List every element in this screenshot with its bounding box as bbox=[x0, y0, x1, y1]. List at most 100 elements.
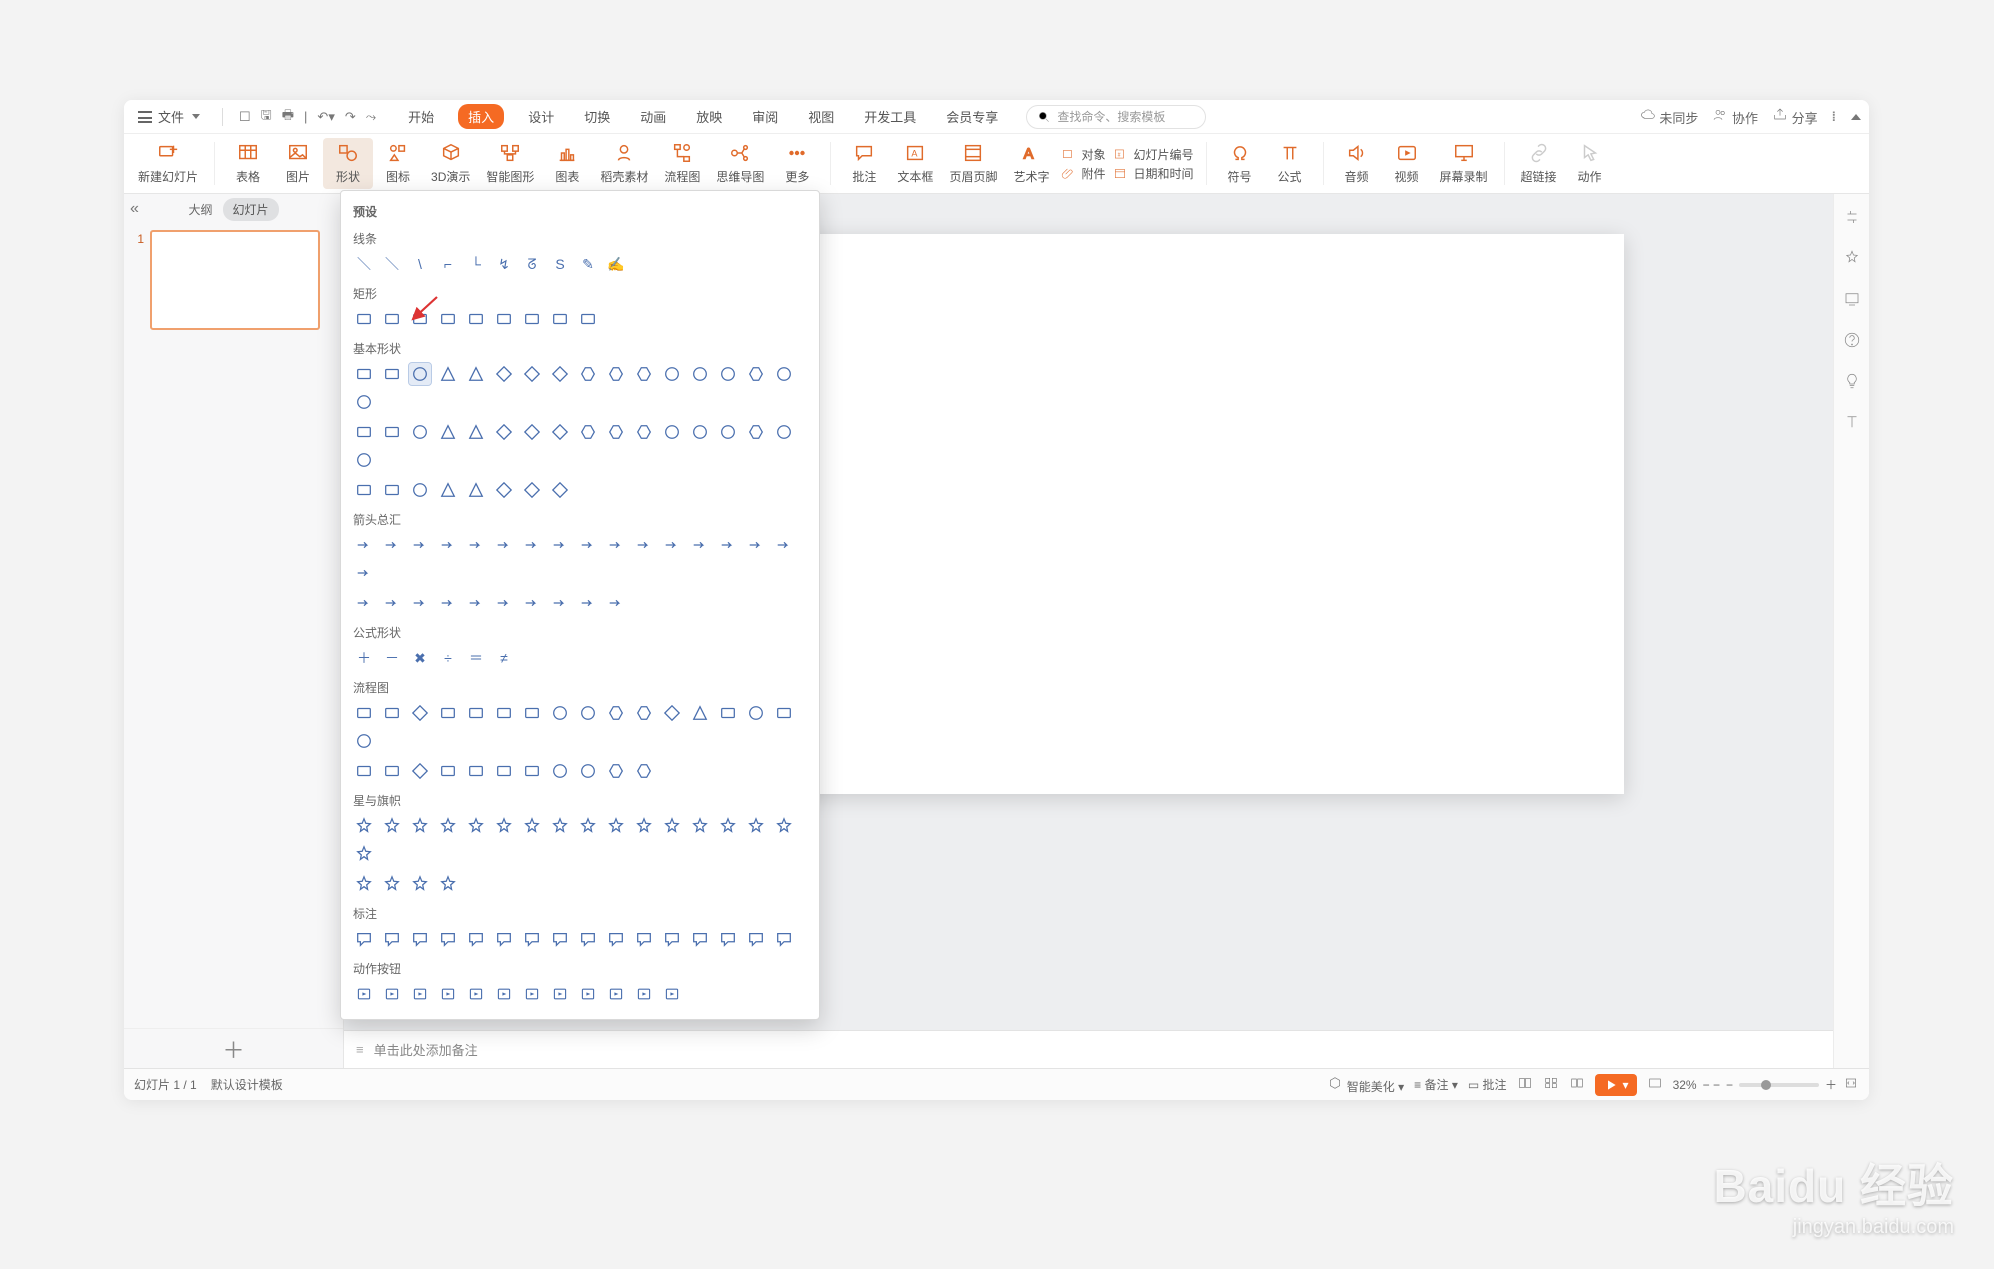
shape-star-10[interactable] bbox=[633, 815, 655, 837]
help-icon[interactable] bbox=[1843, 331, 1861, 354]
zoom-in[interactable]: ＋ bbox=[1825, 1076, 1837, 1093]
shape-rect-3[interactable] bbox=[437, 308, 459, 330]
share-button[interactable]: 分享 bbox=[1772, 107, 1818, 127]
shape-basic-34[interactable] bbox=[353, 479, 375, 501]
shape-eq-4[interactable]: ＝ bbox=[465, 647, 487, 669]
shape-flow-5[interactable] bbox=[493, 702, 515, 724]
shape-basic-28[interactable] bbox=[661, 421, 683, 443]
shape-line-7[interactable]: S bbox=[549, 253, 571, 275]
shape-flow-21[interactable] bbox=[465, 760, 487, 782]
shape-rect-4[interactable] bbox=[465, 308, 487, 330]
shape-arrow-13[interactable] bbox=[717, 534, 739, 556]
shape-callout-11[interactable] bbox=[661, 928, 683, 950]
flowchart-button[interactable]: 流程图 bbox=[656, 138, 708, 189]
shape-callout-2[interactable] bbox=[409, 928, 431, 950]
shape-line-8[interactable]: ✎ bbox=[577, 253, 599, 275]
print-icon[interactable]: 🖶 bbox=[282, 106, 294, 128]
shape-arrow-15[interactable] bbox=[773, 534, 795, 556]
slidenum-button[interactable]: #幻灯片编号 bbox=[1113, 146, 1193, 163]
shape-callout-5[interactable] bbox=[493, 928, 515, 950]
shape-flow-20[interactable] bbox=[437, 760, 459, 782]
tab-设计[interactable]: 设计 bbox=[522, 103, 560, 130]
shape-arrow-25[interactable] bbox=[577, 592, 599, 614]
shape-flow-2[interactable] bbox=[409, 702, 431, 724]
zoom-controls[interactable]: 32% − − − ＋ bbox=[1673, 1075, 1859, 1094]
shape-arrow-26[interactable] bbox=[605, 592, 627, 614]
tab-开发工具[interactable]: 开发工具 bbox=[858, 103, 922, 130]
shape-action-4[interactable] bbox=[465, 983, 487, 1005]
smartart-button[interactable]: 智能图形 bbox=[478, 138, 542, 189]
shape-basic-3[interactable] bbox=[437, 363, 459, 385]
shape-action-10[interactable] bbox=[633, 983, 655, 1005]
shape-basic-21[interactable] bbox=[465, 421, 487, 443]
shape-basic-36[interactable] bbox=[409, 479, 431, 501]
shape-basic-7[interactable] bbox=[549, 363, 571, 385]
view-reading[interactable] bbox=[1569, 1075, 1585, 1094]
shape-flow-18[interactable] bbox=[381, 760, 403, 782]
shape-line-5[interactable]: ↯ bbox=[493, 253, 515, 275]
shape-flow-10[interactable] bbox=[633, 702, 655, 724]
shape-flow-11[interactable] bbox=[661, 702, 683, 724]
search-box[interactable]: 查找命令、搜索模板 bbox=[1026, 105, 1206, 129]
shape-arrow-14[interactable] bbox=[745, 534, 767, 556]
docer-button[interactable]: 稻壳素材 bbox=[592, 138, 656, 189]
view-slideshow-browser[interactable] bbox=[1647, 1075, 1663, 1094]
shape-basic-35[interactable] bbox=[381, 479, 403, 501]
shape-line-4[interactable]: └ bbox=[465, 253, 487, 275]
status-comments[interactable]: ▭ 批注 bbox=[1468, 1076, 1507, 1093]
shape-rect-0[interactable] bbox=[353, 308, 375, 330]
shape-star-9[interactable] bbox=[605, 815, 627, 837]
shape-arrow-1[interactable] bbox=[381, 534, 403, 556]
tab-动画[interactable]: 动画 bbox=[634, 103, 672, 130]
shape-basic-38[interactable] bbox=[465, 479, 487, 501]
shape-star-5[interactable] bbox=[493, 815, 515, 837]
shape-arrow-2[interactable] bbox=[409, 534, 431, 556]
file-menu[interactable]: 文件 bbox=[132, 107, 206, 126]
shape-rect-6[interactable] bbox=[521, 308, 543, 330]
shape-action-5[interactable] bbox=[493, 983, 515, 1005]
mindmap-button[interactable]: 思维导图 bbox=[708, 138, 772, 189]
view-sorter[interactable] bbox=[1543, 1075, 1559, 1094]
shape-flow-25[interactable] bbox=[577, 760, 599, 782]
shape-basic-4[interactable] bbox=[465, 363, 487, 385]
shape-eq-1[interactable]: － bbox=[381, 647, 403, 669]
shape-flow-26[interactable] bbox=[605, 760, 627, 782]
shape-rect-5[interactable] bbox=[493, 308, 515, 330]
shape-flow-4[interactable] bbox=[465, 702, 487, 724]
shape-star-19[interactable] bbox=[409, 873, 431, 895]
shape-star-2[interactable] bbox=[409, 815, 431, 837]
shape-callout-9[interactable] bbox=[605, 928, 627, 950]
object-button[interactable]: 对象 bbox=[1061, 146, 1105, 163]
tab-视图[interactable]: 视图 bbox=[802, 103, 840, 130]
shape-arrow-17[interactable] bbox=[353, 592, 375, 614]
shape-basic-12[interactable] bbox=[689, 363, 711, 385]
shape-basic-33[interactable] bbox=[353, 449, 375, 471]
shape-action-2[interactable] bbox=[409, 983, 431, 1005]
shape-rect-8[interactable] bbox=[577, 308, 599, 330]
shape-arrow-0[interactable] bbox=[353, 534, 375, 556]
shape-arrow-9[interactable] bbox=[605, 534, 627, 556]
new-slide-button[interactable]: 新建幻灯片 bbox=[130, 138, 206, 189]
shape-basic-24[interactable] bbox=[549, 421, 571, 443]
shape-basic-20[interactable] bbox=[437, 421, 459, 443]
shape-arrow-19[interactable] bbox=[409, 592, 431, 614]
shape-basic-8[interactable] bbox=[577, 363, 599, 385]
shape-arrow-3[interactable] bbox=[437, 534, 459, 556]
shape-line-6[interactable]: ᘔ bbox=[521, 253, 543, 275]
shape-flow-17[interactable] bbox=[353, 760, 375, 782]
shape-basic-16[interactable] bbox=[353, 391, 375, 413]
shape-star-14[interactable] bbox=[745, 815, 767, 837]
shape-callout-8[interactable] bbox=[577, 928, 599, 950]
shape-arrow-11[interactable] bbox=[661, 534, 683, 556]
shape-callout-14[interactable] bbox=[745, 928, 767, 950]
shape-eq-3[interactable]: ÷ bbox=[437, 647, 459, 669]
shape-arrow-21[interactable] bbox=[465, 592, 487, 614]
shape-basic-18[interactable] bbox=[381, 421, 403, 443]
shape-rect-1[interactable] bbox=[381, 308, 403, 330]
tab-会员专享[interactable]: 会员专享 bbox=[940, 103, 1004, 130]
fit-window[interactable] bbox=[1843, 1075, 1859, 1094]
tab-放映[interactable]: 放映 bbox=[690, 103, 728, 130]
shape-star-16[interactable] bbox=[353, 843, 375, 865]
attachment-button[interactable]: 附件 bbox=[1061, 165, 1105, 182]
add-slide-button[interactable]: ＋ bbox=[124, 1028, 343, 1068]
